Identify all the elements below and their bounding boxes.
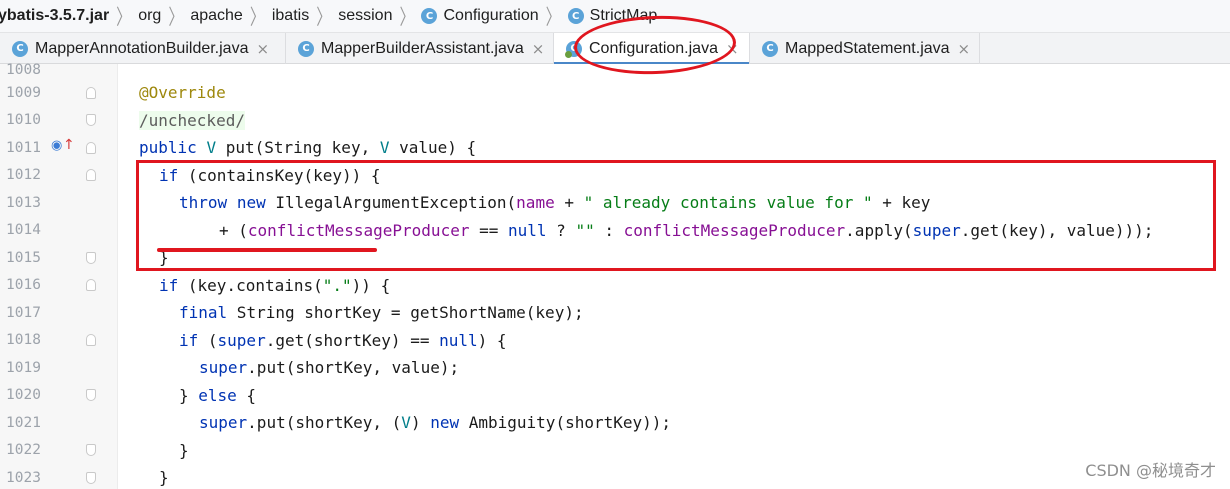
- class-icon: C: [298, 40, 314, 57]
- breadcrumb-configuration-label: Configuration: [443, 7, 539, 24]
- code-line: 1010 /unchecked/: [0, 107, 1230, 135]
- breadcrumb-ibatis[interactable]: ibatis: [268, 7, 313, 25]
- code-line: 1023 }: [0, 464, 1230, 489]
- line-number: 1012: [6, 167, 41, 184]
- breadcrumb-org[interactable]: org: [134, 7, 165, 25]
- code-line: 1011 public V put(String key, V value) {: [0, 134, 1230, 162]
- chevron-right-icon: 〉: [316, 5, 332, 30]
- code-text: /unchecked/: [139, 110, 245, 130]
- code-text: if (super.get(shortKey) == null) {: [179, 330, 507, 350]
- line-number: 1010: [6, 112, 41, 129]
- fold-icon[interactable]: [86, 279, 96, 292]
- fold-icon[interactable]: [86, 334, 96, 347]
- code-line: 1016 if (key.contains(".")) {: [0, 272, 1230, 300]
- chevron-right-icon: 〉: [168, 5, 184, 30]
- override-marker-icon[interactable]: ◉: [51, 138, 62, 153]
- code-line: 1009 @Override: [0, 79, 1230, 107]
- fold-icon[interactable]: [86, 251, 96, 264]
- class-icon: C: [421, 8, 438, 24]
- code-line: 1022 }: [0, 437, 1230, 465]
- line-number: 1019: [6, 359, 41, 376]
- class-icon: C: [12, 40, 28, 57]
- line-number: 1020: [6, 387, 41, 404]
- code-text: super.put(shortKey, value);: [199, 358, 460, 378]
- fold-icon[interactable]: [86, 444, 96, 457]
- breadcrumb-apache[interactable]: apache: [186, 7, 247, 25]
- close-icon[interactable]: ×: [256, 40, 269, 58]
- breadcrumb-session[interactable]: session: [334, 7, 396, 25]
- code-text: public V put(String key, V value) {: [139, 138, 477, 158]
- chevron-right-icon: 〉: [545, 5, 561, 30]
- code-line: 1021 super.put(shortKey, (V) new Ambigui…: [0, 409, 1230, 437]
- class-icon: C: [567, 8, 584, 24]
- code-text: }: [179, 440, 189, 460]
- line-number: 1018: [6, 332, 41, 349]
- chevron-right-icon: 〉: [399, 5, 415, 30]
- code-editor[interactable]: 1008 1009 @Override 1010 /unchecked/ 101…: [0, 61, 1230, 489]
- line-number: 1011: [6, 139, 41, 156]
- chevron-right-icon: 〉: [249, 5, 265, 30]
- fold-icon[interactable]: [86, 86, 96, 99]
- line-number: 1017: [6, 304, 41, 321]
- fold-icon[interactable]: [86, 471, 96, 484]
- code-line: 1020 } else {: [0, 382, 1230, 410]
- line-number: 1015: [6, 249, 41, 266]
- breadcrumb-jar[interactable]: ybatis-3.5.7.jar: [0, 7, 113, 25]
- code-line: 1019 super.put(shortKey, value);: [0, 354, 1230, 382]
- line-number: 1021: [6, 414, 41, 431]
- code-text: if (key.contains(".")) {: [159, 275, 391, 295]
- highlight-underline: [157, 248, 377, 252]
- tab-label: MappedStatement.java: [785, 39, 950, 57]
- highlight-box: [136, 160, 1216, 271]
- line-number: 1013: [6, 194, 41, 211]
- tab-label: MapperAnnotationBuilder.java: [35, 39, 249, 57]
- fold-icon[interactable]: [86, 114, 96, 127]
- line-number: 1014: [6, 222, 41, 239]
- chevron-right-icon: 〉: [116, 5, 132, 30]
- line-number: 1023: [6, 469, 41, 486]
- line-number: 1008: [6, 61, 41, 78]
- line-number: 1022: [6, 442, 41, 459]
- code-text: super.put(shortKey, (V) new Ambiguity(sh…: [199, 413, 672, 433]
- watermark: CSDN @秘境奇才: [1085, 461, 1216, 480]
- fold-icon[interactable]: [86, 141, 96, 154]
- fold-icon[interactable]: [86, 169, 96, 182]
- up-arrow-icon[interactable]: ↑: [63, 137, 75, 153]
- code-line: 1018 if (super.get(shortKey) == null) {: [0, 327, 1230, 355]
- code-text: @Override: [139, 83, 226, 103]
- tab-label: MapperBuilderAssistant.java: [321, 39, 524, 57]
- code-text: } else {: [179, 385, 257, 405]
- close-icon[interactable]: ×: [958, 40, 971, 58]
- code-text: }: [159, 468, 169, 488]
- class-icon: C: [762, 40, 778, 57]
- line-number: 1016: [6, 277, 41, 294]
- close-icon[interactable]: ×: [532, 40, 545, 58]
- breadcrumb-configuration[interactable]: C Configuration: [417, 7, 542, 25]
- fold-icon[interactable]: [86, 389, 96, 402]
- line-number: 1009: [6, 84, 41, 101]
- code-line: 1017 final String shortKey = getShortNam…: [0, 299, 1230, 327]
- code-text: final String shortKey = getShortName(key…: [179, 303, 584, 323]
